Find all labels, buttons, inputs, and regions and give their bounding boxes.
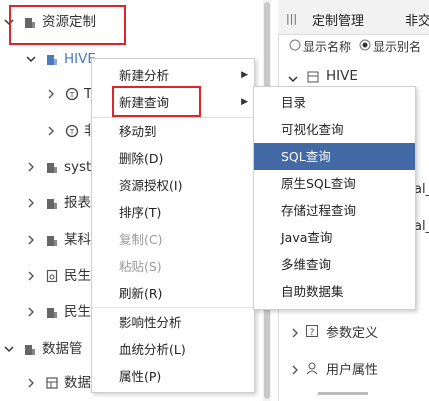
- user-attribute-label[interactable]: 用户属性: [326, 359, 378, 378]
- tab-non-interactive[interactable]: 非交: [405, 10, 429, 29]
- menu-item-copy: 复制(C): [119, 232, 163, 247]
- tab-definition-management[interactable]: 定制管理: [312, 10, 364, 29]
- folder-icon: [44, 193, 60, 213]
- tree-node-system[interactable]: syste: [24, 157, 100, 177]
- tree-node-label: 数据: [64, 375, 91, 391]
- submenu-item-visual-query[interactable]: 可视化查询: [254, 116, 415, 143]
- tree-node-label: 某科: [64, 232, 91, 248]
- submenu-item-sql-query[interactable]: SQL查询: [254, 143, 415, 170]
- new-query-submenu: 目录 可视化查询 SQL查询 原生SQL查询 存储过程查询 Java查询 多维查…: [253, 86, 416, 310]
- annotation-box-new-query: [112, 86, 201, 117]
- submenu-item-self-service-dataset[interactable]: 自助数据集: [254, 278, 415, 305]
- submenu-item-java-query[interactable]: Java查询: [254, 224, 415, 251]
- svg-text:T: T: [69, 128, 75, 136]
- chevron-right-icon[interactable]: [24, 157, 38, 177]
- tree-node-data-sub[interactable]: 数据: [24, 373, 91, 393]
- menu-separator: [92, 307, 254, 308]
- folder-icon: [44, 302, 60, 322]
- tree-node-label: 民生: [64, 304, 91, 320]
- svg-text:T: T: [69, 91, 75, 99]
- truncated-label: al_: [414, 182, 429, 197]
- chevron-right-icon[interactable]: [44, 84, 58, 104]
- submenu-item-native-sql-query[interactable]: 原生SQL查询: [254, 170, 415, 197]
- query-icon: T: [64, 121, 80, 141]
- radio-show-alias-label: 显示别名: [373, 40, 422, 54]
- menu-item-sort[interactable]: 排序(T): [92, 199, 254, 226]
- tree-node-hive[interactable]: HIVE: [24, 49, 96, 69]
- tree-node-label: 报表: [64, 195, 91, 211]
- menu-item-resource-auth[interactable]: 资源授权(I): [92, 172, 254, 199]
- submenu-item-stored-procedure-query[interactable]: 存储过程查询: [254, 197, 415, 224]
- tree-node-data-mgmt[interactable]: 数据管: [2, 339, 83, 359]
- submenu-item-directory[interactable]: 目录: [254, 89, 415, 116]
- menu-item-paste: 粘贴(S): [119, 259, 162, 274]
- tree-node-fei[interactable]: T 非: [44, 121, 98, 141]
- chevron-right-icon[interactable]: [290, 363, 300, 378]
- database-icon: [44, 49, 60, 69]
- submenu-item-olap-query[interactable]: 多维查询: [254, 251, 415, 278]
- chevron-right-icon[interactable]: [24, 193, 38, 213]
- chevron-down-icon[interactable]: [2, 339, 16, 359]
- menu-item-delete[interactable]: 删除(D): [92, 145, 254, 172]
- chevron-right-icon[interactable]: [44, 121, 58, 141]
- document-icon: [44, 266, 60, 286]
- table-icon: [44, 373, 60, 393]
- chevron-right-icon[interactable]: [24, 302, 38, 322]
- cut-off-row: [318, 392, 368, 395]
- param-definition-label[interactable]: 参数定义: [326, 322, 378, 341]
- query-icon: T: [64, 84, 80, 104]
- submenu-arrow-icon: ▶: [241, 70, 248, 80]
- radio-show-name-label: 显示名称: [303, 40, 352, 54]
- svg-text:?: ?: [310, 328, 315, 338]
- user-icon: [305, 361, 319, 378]
- menu-item-new-analysis[interactable]: 新建分析 ▶: [92, 62, 254, 89]
- folder-icon: [44, 230, 60, 250]
- chevron-down-icon[interactable]: [288, 72, 298, 87]
- table-icon: [306, 70, 320, 87]
- annotation-box-resource-custom: [9, 5, 126, 45]
- radio-show-alias[interactable]: [359, 39, 371, 54]
- chevron-right-icon[interactable]: [24, 230, 38, 250]
- chevron-right-icon[interactable]: [24, 373, 38, 393]
- menu-item-impact-analysis[interactable]: 影响性分析: [92, 309, 254, 336]
- tree-node-minsheng-2[interactable]: 民生: [24, 302, 91, 322]
- menu-item-move-to[interactable]: 移动到: [92, 118, 254, 145]
- tree-node-minsheng-1[interactable]: 民生: [24, 266, 91, 286]
- right-hive-label[interactable]: HIVE: [326, 68, 358, 84]
- tree-node-t[interactable]: T T: [44, 84, 92, 104]
- tree-node-label: 数据管: [42, 341, 83, 357]
- folder-icon: [22, 339, 38, 359]
- menu-item-lineage-analysis[interactable]: 血统分析(L): [92, 336, 254, 363]
- radio-show-name[interactable]: [289, 39, 301, 54]
- folder-icon: [44, 157, 60, 177]
- menu-item-refresh[interactable]: 刷新(R): [92, 280, 254, 307]
- tree-node-report[interactable]: 报表: [24, 193, 91, 213]
- menu-lines-icon[interactable]: |||: [286, 12, 297, 25]
- chevron-right-icon[interactable]: [24, 266, 38, 286]
- menu-item-properties[interactable]: 属性(P): [92, 363, 254, 390]
- chevron-right-icon[interactable]: [290, 326, 300, 341]
- chevron-down-icon[interactable]: [24, 49, 38, 69]
- parameter-icon: ?: [305, 324, 319, 341]
- tree-node-label: 民生: [64, 268, 91, 284]
- tree-node-science[interactable]: 某科: [24, 230, 91, 250]
- truncated-label: al_: [414, 219, 429, 234]
- submenu-arrow-icon: ▶: [241, 97, 248, 107]
